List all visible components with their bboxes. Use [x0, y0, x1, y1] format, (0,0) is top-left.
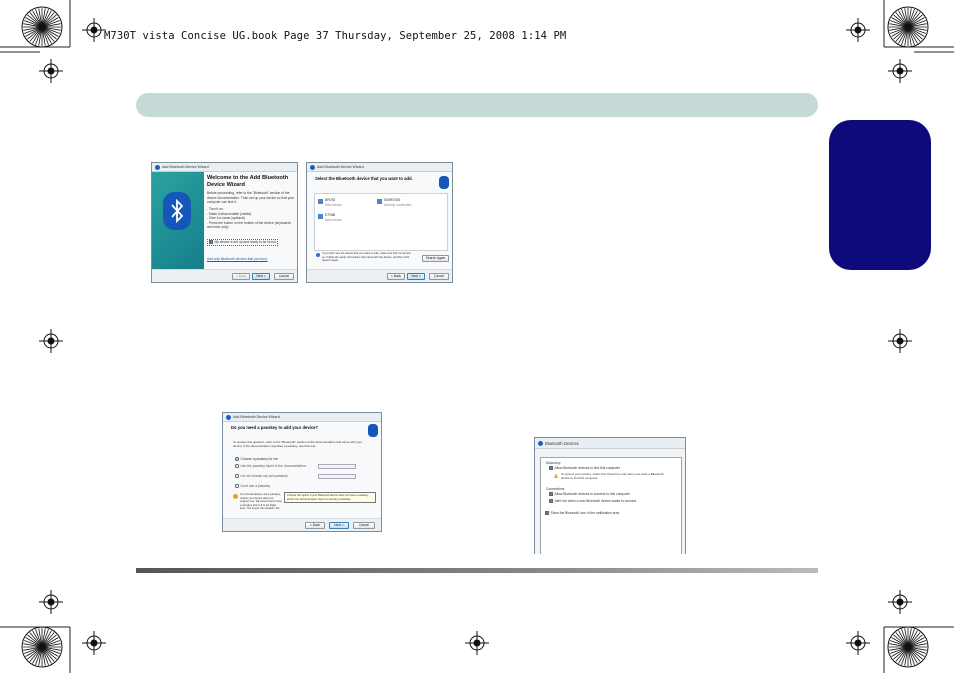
passkey-warning: You should always use a passkey, unless …	[240, 493, 282, 509]
bluetooth-icon	[538, 441, 543, 446]
passkey-body: To answer this question, refer to the "B…	[233, 440, 363, 448]
options-panel: Discovery Allow Bluetooth devices to fin…	[540, 457, 682, 554]
registration-target-icon	[846, 631, 870, 655]
checkbox-icon	[549, 499, 553, 503]
tray-icon-checkbox[interactable]: Show the Bluetooth icon in the notificat…	[545, 511, 619, 516]
back-button[interactable]: < Back	[232, 273, 250, 280]
passkey-wizard-screenshot: Add Bluetooth Device Wizard Do you need …	[222, 412, 382, 532]
back-button[interactable]: < Back	[387, 273, 405, 280]
chapter-header-band	[136, 93, 818, 117]
checkbox-icon	[545, 511, 549, 515]
bluetooth-options-screenshot: Bluetooth Devices DevicesOptionsCOM Port…	[534, 437, 686, 554]
checkbox-icon	[549, 466, 553, 470]
welcome-bullet: - Press the button on the bottom of the …	[207, 220, 291, 230]
language-side-tab	[829, 120, 931, 270]
ready-checkbox[interactable]: My device is set up and ready to be foun…	[207, 238, 279, 246]
bluetooth-icon	[310, 165, 315, 170]
registration-target-icon	[888, 590, 912, 614]
computer-icon	[318, 199, 323, 204]
next-button[interactable]: Next >	[407, 273, 425, 280]
passkey-titlebar: Add Bluetooth Device Wizard	[223, 413, 381, 422]
select-titlebar: Add Bluetooth Device Wizard	[307, 163, 452, 172]
starburst-registration-icon	[21, 6, 63, 48]
bluetooth-logo-icon	[368, 424, 378, 437]
radio-icon	[235, 474, 239, 478]
welcome-body: Before proceeding, refer to the "Bluetoo…	[207, 191, 295, 205]
radio-icon	[235, 464, 239, 468]
cancel-button[interactable]: Cancel	[353, 522, 375, 529]
discovery-checkbox[interactable]: Allow Bluetooth devices to find this com…	[549, 466, 620, 471]
passkey-option[interactable]: Let me choose my own passkey:	[235, 474, 288, 479]
computer-icon	[377, 199, 382, 204]
registration-target-icon	[465, 631, 489, 655]
welcome-heading: Welcome to the Add Bluetooth Device Wiza…	[207, 175, 289, 188]
bluetooth-icon	[226, 415, 231, 420]
registration-target-icon	[888, 329, 912, 353]
connections-label: Connections	[546, 487, 565, 491]
trust-link[interactable]: Add only Bluetooth devices that you trus…	[207, 257, 295, 262]
warning-shield-icon	[233, 494, 238, 499]
welcome-titlebar: Add Bluetooth Device Wizard	[152, 163, 297, 172]
discovery-label: Discovery	[546, 461, 561, 465]
cancel-button[interactable]: Cancel	[429, 273, 449, 280]
welcome-side-panel	[152, 172, 204, 271]
passkey-option[interactable]: Choose a passkey for me	[235, 457, 278, 462]
bluetooth-rune-icon	[171, 198, 184, 224]
passkey-tooltip: Choose this option if your Bluetooth dev…	[284, 492, 376, 504]
search-again-button[interactable]: Search Again	[422, 255, 449, 262]
starburst-registration-icon	[887, 6, 929, 48]
next-button[interactable]: Next >	[329, 522, 349, 529]
next-button[interactable]: Next >	[252, 273, 270, 280]
registration-target-icon	[888, 59, 912, 83]
info-icon	[316, 253, 320, 257]
registration-target-icon	[846, 18, 870, 42]
passkey-option[interactable]: Don't use a passkey	[235, 484, 270, 489]
documentation-passkey-input[interactable]	[318, 464, 356, 469]
registration-target-icon	[39, 329, 63, 353]
registration-target-icon	[82, 18, 106, 42]
registration-target-icon	[39, 59, 63, 83]
passkey-heading: Do you need a passkey to add your device…	[231, 425, 319, 430]
select-footer: < Back Next > Cancel	[307, 269, 452, 282]
bluetooth-icon	[155, 165, 160, 170]
checkbox-icon	[209, 240, 213, 244]
radio-icon	[235, 457, 239, 461]
passkey-footer: < Back Next > Cancel	[223, 518, 381, 531]
registration-target-icon	[39, 590, 63, 614]
registration-target-icon	[82, 631, 106, 655]
device-list[interactable]: BRV52 New device SIMRG926 Already connecte…	[314, 193, 448, 251]
warning-icon	[554, 473, 558, 478]
passkey-option[interactable]: Use the passkey found in the documentati…	[235, 464, 306, 469]
connect-checkbox[interactable]: Allow Bluetooth devices to connect to th…	[549, 492, 630, 497]
starburst-registration-icon	[21, 626, 63, 668]
welcome-wizard-screenshot: Add Bluetooth Device Wizard Welcome to t…	[151, 162, 298, 283]
select-device-screenshot: Add Bluetooth Device Wizard Select the B…	[306, 162, 453, 283]
select-heading: Select the Bluetooth device that you wan…	[315, 176, 413, 181]
cancel-button[interactable]: Cancel	[274, 273, 294, 280]
discovery-warning: To protect your privacy, select this che…	[561, 472, 664, 480]
custom-passkey-input[interactable]	[318, 474, 356, 479]
welcome-footer: < Back Next > Cancel	[152, 269, 297, 282]
options-titlebar: Bluetooth Devices	[535, 438, 685, 449]
radio-icon	[235, 484, 239, 488]
options-tabs: DevicesOptionsCOM PortsHardware	[540, 450, 619, 465]
back-button[interactable]: < Back	[305, 522, 325, 529]
bottom-rule	[136, 568, 818, 573]
search-note: If you don't see the device that you wan…	[322, 252, 411, 263]
checkbox-icon	[549, 492, 553, 496]
alert-checkbox[interactable]: Alert me when a new Bluetooth device wan…	[549, 499, 636, 504]
bluetooth-logo-icon	[439, 176, 449, 189]
computer-icon	[318, 214, 323, 219]
starburst-registration-icon	[887, 626, 929, 668]
